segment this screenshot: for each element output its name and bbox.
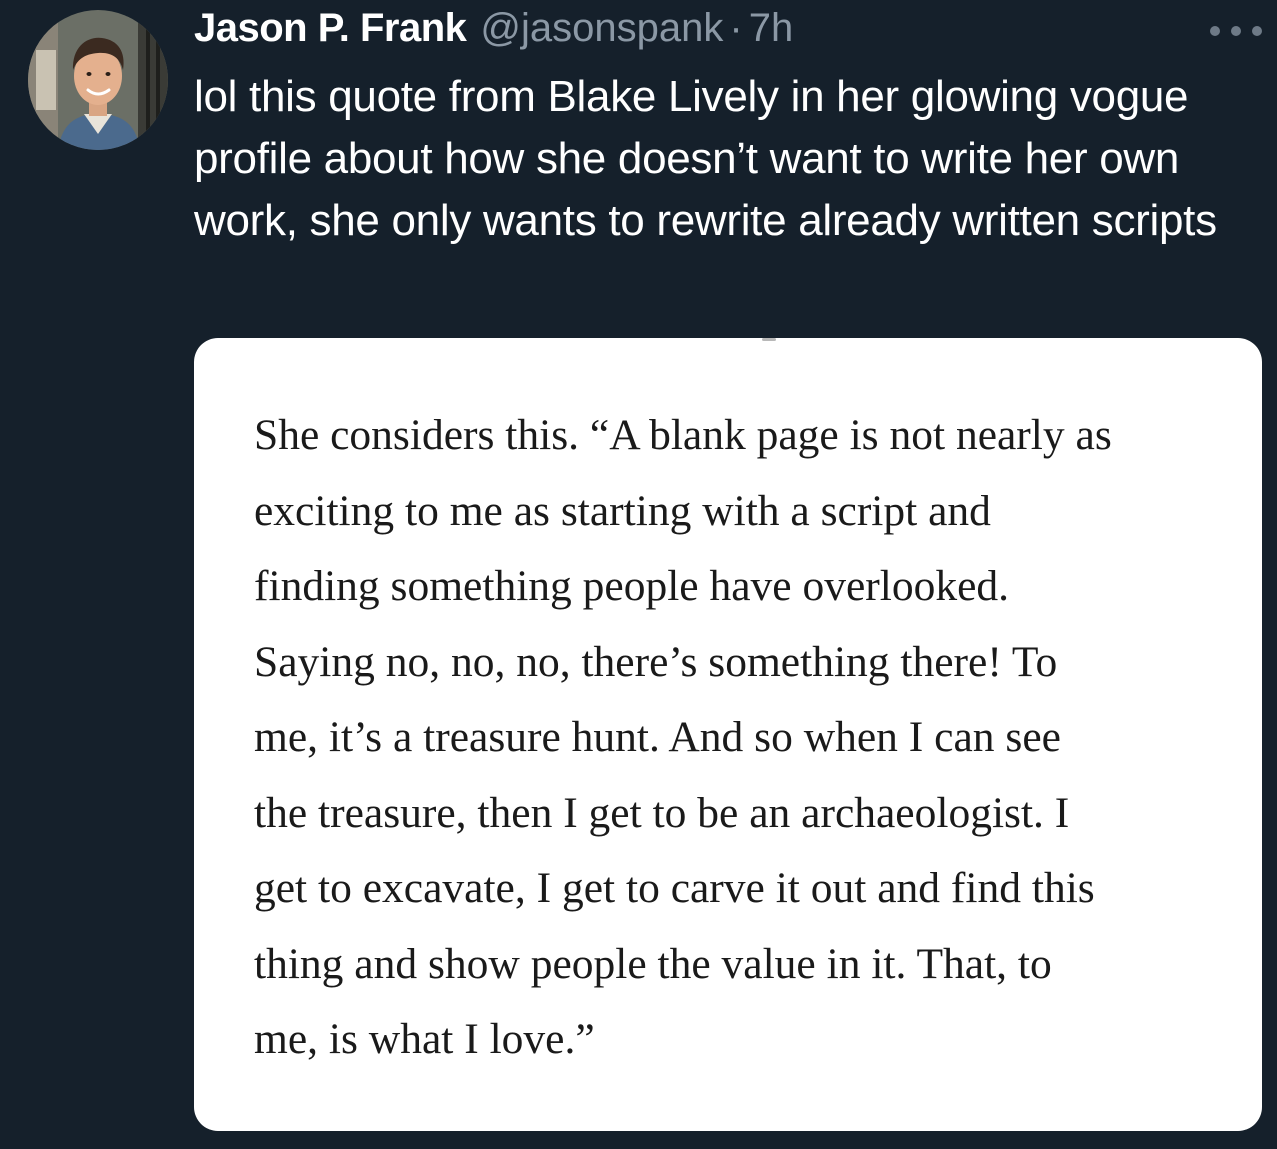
tweet-header: Jason P. Frank @jasonspank · 7h — [194, 6, 793, 58]
more-dot — [1210, 26, 1220, 36]
tweet-media-image[interactable]: She considers this. “A blank page is not… — [194, 338, 1262, 1131]
more-options-icon[interactable] — [1210, 16, 1262, 46]
quote-line: finding something people have overlooked… — [254, 562, 1010, 610]
quote-text: She considers this. “A blank page is not… — [254, 398, 1244, 1078]
quote-line: me, it’s a treasure hunt. And so when I … — [254, 713, 1061, 761]
tweet-timestamp[interactable]: 7h — [749, 6, 794, 51]
more-dot — [1252, 26, 1262, 36]
tweet-text: lol this quote from Blake Lively in her … — [194, 72, 1217, 245]
avatar[interactable] — [28, 10, 168, 150]
author-display-name[interactable]: Jason P. Frank — [194, 6, 467, 51]
quote-line: get to excavate, I get to carve it out a… — [254, 864, 1095, 912]
quote-line: Saying no, no, no, there’s something the… — [254, 637, 1058, 686]
author-handle[interactable]: @jasonspank — [480, 6, 723, 51]
quote-line: the treasure, then I get to be an archae… — [254, 788, 1070, 837]
more-dot — [1231, 26, 1241, 36]
tweet: Jason P. Frank @jasonspank · 7h lol this… — [0, 0, 1277, 1149]
quote-line: She considers this. “A blank page is not… — [254, 411, 1112, 459]
quote-line: thing and show people the value in it. T… — [254, 939, 1052, 988]
header-separator: · — [729, 6, 743, 50]
image-edge-mark — [762, 338, 776, 341]
profile-photo-icon — [28, 10, 168, 150]
quote-line: me, is what I love.” — [254, 1015, 595, 1063]
quote-line: exciting to me as starting with a script… — [254, 486, 991, 535]
